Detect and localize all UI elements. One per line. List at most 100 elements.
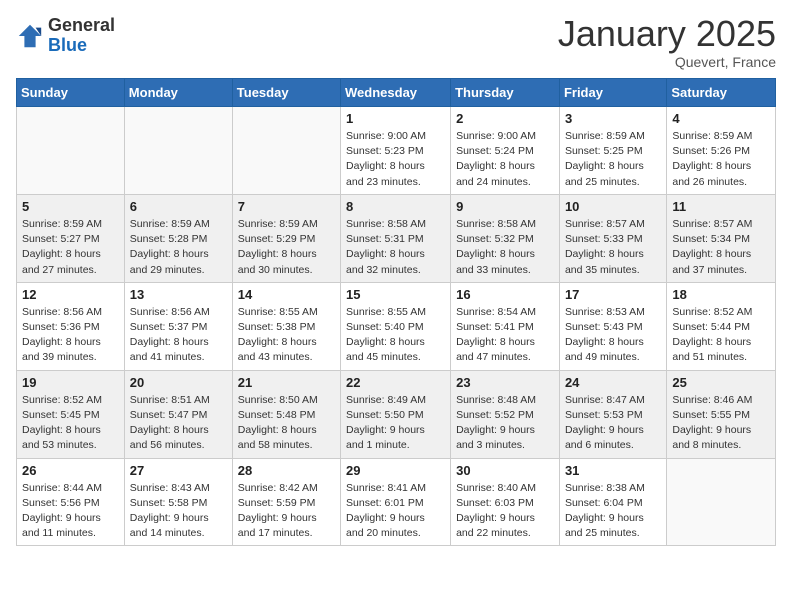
day-number: 21 — [238, 375, 335, 390]
day-info: Sunrise: 9:00 AMSunset: 5:24 PMDaylight:… — [456, 129, 554, 190]
day-info: Sunrise: 8:55 AMSunset: 5:40 PMDaylight:… — [346, 305, 445, 366]
calendar-cell: 18 Sunrise: 8:52 AMSunset: 5:44 PMDayligh… — [667, 282, 776, 370]
day-number: 19 — [22, 375, 119, 390]
day-info: Sunrise: 8:57 AMSunset: 5:33 PMDaylight:… — [565, 217, 661, 278]
calendar-cell: 23 Sunrise: 8:48 AMSunset: 5:52 PMDayligh… — [451, 370, 560, 458]
calendar-cell — [124, 107, 232, 195]
calendar-cell: 21 Sunrise: 8:50 AMSunset: 5:48 PMDayligh… — [232, 370, 340, 458]
calendar-cell — [667, 458, 776, 546]
day-number: 7 — [238, 199, 335, 214]
day-info: Sunrise: 8:51 AMSunset: 5:47 PMDaylight:… — [130, 393, 227, 454]
day-info: Sunrise: 8:44 AMSunset: 5:56 PMDaylight:… — [22, 481, 119, 542]
calendar-week-row: 19 Sunrise: 8:52 AMSunset: 5:45 PMDayligh… — [17, 370, 776, 458]
calendar-cell: 13Sunrise: 8:56 AMSunset: 5:37 PMDayligh… — [124, 282, 232, 370]
day-info: Sunrise: 8:55 AMSunset: 5:38 PMDaylight:… — [238, 305, 335, 366]
day-info: Sunrise: 8:41 AMSunset: 6:01 PMDaylight:… — [346, 481, 445, 542]
day-header-sunday: Sunday — [17, 79, 125, 107]
day-number: 3 — [565, 111, 661, 126]
calendar-cell: 28Sunrise: 8:42 AMSunset: 5:59 PMDayligh… — [232, 458, 340, 546]
day-number: 9 — [456, 199, 554, 214]
calendar-cell: 24 Sunrise: 8:47 AMSunset: 5:53 PMDayligh… — [559, 370, 666, 458]
day-number: 27 — [130, 463, 227, 478]
day-info: Sunrise: 8:49 AMSunset: 5:50 PMDaylight:… — [346, 393, 445, 454]
day-info: Sunrise: 8:56 AMSunset: 5:36 PMDaylight:… — [22, 305, 119, 366]
calendar-cell: 2 Sunrise: 9:00 AMSunset: 5:24 PMDaylight… — [451, 107, 560, 195]
day-info: Sunrise: 8:53 AMSunset: 5:43 PMDaylight:… — [565, 305, 661, 366]
calendar-cell: 3 Sunrise: 8:59 AMSunset: 5:25 PMDaylight… — [559, 107, 666, 195]
calendar-cell: 25Sunrise: 8:46 AMSunset: 5:55 PMDayligh… — [667, 370, 776, 458]
day-info: Sunrise: 9:00 AMSunset: 5:23 PMDaylight:… — [346, 129, 445, 190]
calendar-cell: 9 Sunrise: 8:58 AMSunset: 5:32 PMDaylight… — [451, 194, 560, 282]
day-header-monday: Monday — [124, 79, 232, 107]
day-info: Sunrise: 8:59 AMSunset: 5:25 PMDaylight:… — [565, 129, 661, 190]
day-number: 5 — [22, 199, 119, 214]
calendar-cell: 12 Sunrise: 8:56 AMSunset: 5:36 PMDayligh… — [17, 282, 125, 370]
day-info: Sunrise: 8:50 AMSunset: 5:48 PMDaylight:… — [238, 393, 335, 454]
day-number: 18 — [672, 287, 770, 302]
day-info: Sunrise: 8:57 AMSunset: 5:34 PMDaylight:… — [672, 217, 770, 278]
day-number: 17 — [565, 287, 661, 302]
day-info: Sunrise: 8:59 AMSunset: 5:27 PMDaylight:… — [22, 217, 119, 278]
day-header-saturday: Saturday — [667, 79, 776, 107]
day-info: Sunrise: 8:48 AMSunset: 5:52 PMDaylight:… — [456, 393, 554, 454]
calendar-cell: 7Sunrise: 8:59 AMSunset: 5:29 PMDaylight… — [232, 194, 340, 282]
day-header-friday: Friday — [559, 79, 666, 107]
day-info: Sunrise: 8:52 AMSunset: 5:45 PMDaylight:… — [22, 393, 119, 454]
day-info: Sunrise: 8:38 AMSunset: 6:04 PMDaylight:… — [565, 481, 661, 542]
day-number: 11 — [672, 199, 770, 214]
calendar-cell: 16Sunrise: 8:54 AMSunset: 5:41 PMDayligh… — [451, 282, 560, 370]
calendar-week-row: 5 Sunrise: 8:59 AMSunset: 5:27 PMDaylight… — [17, 194, 776, 282]
day-number: 8 — [346, 199, 445, 214]
calendar-cell: 31Sunrise: 8:38 AMSunset: 6:04 PMDayligh… — [559, 458, 666, 546]
page-header: General Blue January 2025 Quevert, Franc… — [16, 16, 776, 70]
day-info: Sunrise: 8:40 AMSunset: 6:03 PMDaylight:… — [456, 481, 554, 542]
day-header-wednesday: Wednesday — [341, 79, 451, 107]
day-number: 4 — [672, 111, 770, 126]
month-title: January 2025 — [558, 16, 776, 52]
calendar-table: SundayMondayTuesdayWednesdayThursdayFrid… — [16, 78, 776, 546]
logo-text: General Blue — [48, 16, 115, 56]
day-info: Sunrise: 8:59 AMSunset: 5:26 PMDaylight:… — [672, 129, 770, 190]
day-info: Sunrise: 8:43 AMSunset: 5:58 PMDaylight:… — [130, 481, 227, 542]
day-number: 30 — [456, 463, 554, 478]
day-info: Sunrise: 8:52 AMSunset: 5:44 PMDaylight:… — [672, 305, 770, 366]
day-info: Sunrise: 8:58 AMSunset: 5:32 PMDaylight:… — [456, 217, 554, 278]
calendar-cell — [17, 107, 125, 195]
logo: General Blue — [16, 16, 115, 56]
day-number: 28 — [238, 463, 335, 478]
calendar-cell: 5 Sunrise: 8:59 AMSunset: 5:27 PMDaylight… — [17, 194, 125, 282]
calendar-cell: 22 Sunrise: 8:49 AMSunset: 5:50 PMDayligh… — [341, 370, 451, 458]
calendar-cell — [232, 107, 340, 195]
day-number: 13 — [130, 287, 227, 302]
title-block: January 2025 Quevert, France — [558, 16, 776, 70]
day-number: 15 — [346, 287, 445, 302]
calendar-cell: 29Sunrise: 8:41 AMSunset: 6:01 PMDayligh… — [341, 458, 451, 546]
day-number: 26 — [22, 463, 119, 478]
calendar-cell: 19 Sunrise: 8:52 AMSunset: 5:45 PMDayligh… — [17, 370, 125, 458]
calendar-week-row: 26 Sunrise: 8:44 AMSunset: 5:56 PMDayligh… — [17, 458, 776, 546]
day-number: 10 — [565, 199, 661, 214]
logo-blue: Blue — [48, 35, 87, 55]
calendar-cell: 8Sunrise: 8:58 AMSunset: 5:31 PMDaylight… — [341, 194, 451, 282]
day-number: 22 — [346, 375, 445, 390]
calendar-cell: 11 Sunrise: 8:57 AMSunset: 5:34 PMDayligh… — [667, 194, 776, 282]
logo-general: General — [48, 15, 115, 35]
calendar-cell: 15 Sunrise: 8:55 AMSunset: 5:40 PMDayligh… — [341, 282, 451, 370]
day-number: 23 — [456, 375, 554, 390]
day-info: Sunrise: 8:47 AMSunset: 5:53 PMDaylight:… — [565, 393, 661, 454]
calendar-cell: 6Sunrise: 8:59 AMSunset: 5:28 PMDaylight… — [124, 194, 232, 282]
calendar-week-row: 12 Sunrise: 8:56 AMSunset: 5:36 PMDayligh… — [17, 282, 776, 370]
day-number: 14 — [238, 287, 335, 302]
day-number: 24 — [565, 375, 661, 390]
calendar-cell: 27 Sunrise: 8:43 AMSunset: 5:58 PMDayligh… — [124, 458, 232, 546]
calendar-cell: 30 Sunrise: 8:40 AMSunset: 6:03 PMDayligh… — [451, 458, 560, 546]
day-info: Sunrise: 8:46 AMSunset: 5:55 PMDaylight:… — [672, 393, 770, 454]
day-number: 2 — [456, 111, 554, 126]
day-header-thursday: Thursday — [451, 79, 560, 107]
calendar-cell: 20 Sunrise: 8:51 AMSunset: 5:47 PMDayligh… — [124, 370, 232, 458]
day-header-tuesday: Tuesday — [232, 79, 340, 107]
day-number: 20 — [130, 375, 227, 390]
day-number: 12 — [22, 287, 119, 302]
calendar-cell: 10 Sunrise: 8:57 AMSunset: 5:33 PMDayligh… — [559, 194, 666, 282]
calendar-week-row: 1Sunrise: 9:00 AMSunset: 5:23 PMDaylight… — [17, 107, 776, 195]
